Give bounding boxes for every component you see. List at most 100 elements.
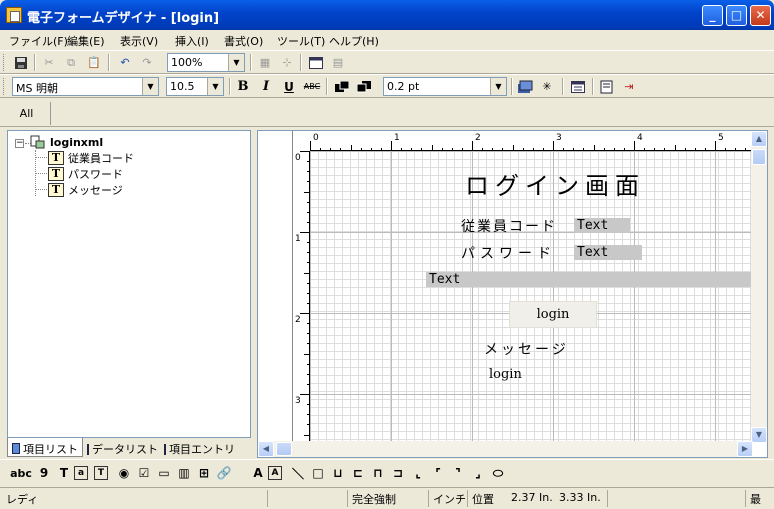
canvas-gutter (258, 131, 293, 443)
scroll-right-icon[interactable]: ▶ (737, 441, 753, 457)
form-canvas[interactable]: ログイン画面 従業員コード Text パスワード Text Text login… (310, 151, 753, 443)
tab-label: 項目リスト (23, 442, 78, 456)
radio-tool-icon[interactable]: ◉ (114, 464, 134, 482)
button-tool-icon[interactable]: ▭ (154, 464, 174, 482)
rect-tool-icon[interactable]: □ (308, 464, 328, 482)
close-button[interactable]: ✕ (750, 5, 771, 26)
label-tool-icon[interactable]: abc (10, 464, 32, 482)
zoom-value: 100% (171, 56, 203, 69)
cup-tool-icon[interactable]: ⊔ (328, 464, 348, 482)
scroll-thumb[interactable] (752, 149, 766, 165)
ruler-label: 1 (394, 133, 400, 143)
bold-button[interactable]: B (234, 78, 252, 95)
toolbar-grip[interactable] (3, 78, 6, 95)
image-tool-icon[interactable]: ⊞ (194, 464, 214, 482)
menu-edit[interactable]: 編集(E) (67, 33, 105, 49)
database-icon[interactable] (516, 78, 534, 95)
scroll-thumb[interactable] (276, 442, 292, 456)
ruler-label: 3 (556, 133, 562, 143)
line-width-value: 0.2 pt (387, 80, 420, 93)
design-area: 0 1 2 3 4 5 0 1 2 3 ログイン画面 従業員コード Text パスワード Tex… (257, 130, 768, 458)
tab-label: データリスト (92, 443, 158, 456)
tab-data-list[interactable]: データリスト (83, 438, 160, 457)
page-icon[interactable]: ▤ (329, 54, 347, 71)
corner-bl-icon[interactable]: ⌞ (408, 464, 428, 482)
menu-file[interactable]: ファイル(F) (9, 33, 68, 49)
link-tool-icon[interactable]: 🔗 (214, 464, 234, 482)
scroll-down-icon[interactable]: ▼ (751, 427, 767, 443)
tree-item[interactable]: T メッセージ (48, 182, 123, 198)
checkbox-tool-icon[interactable]: ☑ (134, 464, 154, 482)
textarea-tool-icon[interactable]: T (94, 466, 108, 480)
text-tool-icon[interactable]: T (54, 464, 74, 482)
status-end: 最 (745, 490, 774, 507)
toolbar-grip[interactable] (3, 54, 6, 71)
wizard-icon[interactable]: ✳ (538, 78, 556, 95)
bracket-left-icon[interactable]: ⊏ (348, 464, 368, 482)
line-tool-icon[interactable]: ＼ (288, 464, 308, 482)
minimize-button[interactable]: _ (702, 5, 723, 26)
static-text-icon[interactable]: A (248, 464, 268, 482)
tree-item[interactable]: T 従業員コード (48, 150, 134, 166)
form-icon[interactable] (569, 78, 587, 95)
left-tabs: 項目リスト データリスト 項目エントリ (7, 438, 251, 458)
cap-tool-icon[interactable]: ⊓ (368, 464, 388, 482)
tree-root[interactable]: loginxml (30, 135, 103, 149)
bracket-right-icon[interactable]: ⊐ (388, 464, 408, 482)
cut-icon[interactable]: ✂ (40, 54, 58, 71)
ellipse-tool-icon[interactable]: ⬭ (488, 464, 508, 482)
list-icon (12, 443, 20, 454)
tab-all[interactable]: All (3, 102, 51, 125)
ruler-label: 2 (475, 133, 481, 143)
save-icon[interactable] (12, 54, 30, 71)
corner-br-icon[interactable]: ⌟ (468, 464, 488, 482)
menu-tools[interactable]: ツール(T) (277, 33, 325, 49)
tree-expander[interactable]: − (15, 139, 24, 148)
italic-button[interactable]: I (257, 78, 275, 95)
menu-view[interactable]: 表示(V) (120, 33, 158, 49)
textbox-tool-icon[interactable]: a (74, 466, 88, 480)
horizontal-scrollbar[interactable]: ◀ ▶ (258, 441, 753, 457)
tree-item[interactable]: T パスワード (48, 166, 123, 182)
vertical-scrollbar[interactable]: ▲ ▼ (751, 131, 767, 443)
zoom-select[interactable]: 100% ▼ (167, 53, 245, 72)
frame-text-icon[interactable]: A (268, 466, 282, 480)
password-field[interactable]: Text (574, 245, 642, 260)
redo-icon[interactable]: ↷ (138, 54, 156, 71)
tab-item-list[interactable]: 項目リスト (7, 438, 83, 457)
preview-icon[interactable] (598, 78, 616, 95)
line-width-select[interactable]: 0.2 pt ▼ (383, 77, 507, 96)
underline-button[interactable]: U (280, 78, 298, 95)
message-value: login (489, 367, 522, 382)
number-tool-icon[interactable]: 9 (34, 464, 54, 482)
barcode-tool-icon[interactable]: ▥ (174, 464, 194, 482)
component-palette: abc 9 Ta T ◉ ☑ ▭ ▥ ⊞ 🔗 A A ＼ □ ⊔ ⊏ ⊓ ⊐ ⌞ ⌜ ⌝ ⌟ ⬭ (0, 459, 774, 485)
menu-insert[interactable]: 挿入(I) (175, 33, 209, 49)
snap-icon[interactable]: ⊹ (278, 54, 296, 71)
paste-icon[interactable]: 📋 (85, 54, 103, 71)
corner-tl-icon[interactable]: ⌜ (428, 464, 448, 482)
scroll-up-icon[interactable]: ▲ (751, 131, 767, 147)
ruler-label: 2 (295, 315, 301, 325)
scroll-left-icon[interactable]: ◀ (258, 441, 274, 457)
menu-format[interactable]: 書式(O) (224, 33, 263, 49)
menu-help[interactable]: ヘルプ(H) (329, 33, 379, 49)
copy-icon[interactable]: ⧉ (62, 54, 80, 71)
chevron-down-icon: ▼ (142, 78, 158, 95)
corner-tr-icon[interactable]: ⌝ (448, 464, 468, 482)
send-back-icon[interactable] (355, 78, 373, 95)
font-size-select[interactable]: 10.5 ▼ (166, 77, 224, 96)
message-field[interactable]: Text (426, 272, 753, 287)
strikethrough-button[interactable]: ABC (303, 78, 321, 95)
maximize-button[interactable]: □ (726, 5, 747, 26)
grid-icon[interactable]: ▦ (256, 54, 274, 71)
employee-code-field[interactable]: Text (574, 218, 630, 233)
tree-item-label: メッセージ (68, 184, 123, 197)
tab-item-entry[interactable]: 項目エントリ (160, 438, 238, 457)
bring-front-icon[interactable] (333, 78, 351, 95)
exit-icon[interactable]: ⇥ (620, 78, 638, 95)
font-select[interactable]: MS 明朝 ▼ (12, 77, 159, 96)
undo-icon[interactable]: ↶ (116, 54, 134, 71)
login-button[interactable]: login (509, 301, 597, 328)
window-icon[interactable] (307, 54, 325, 71)
